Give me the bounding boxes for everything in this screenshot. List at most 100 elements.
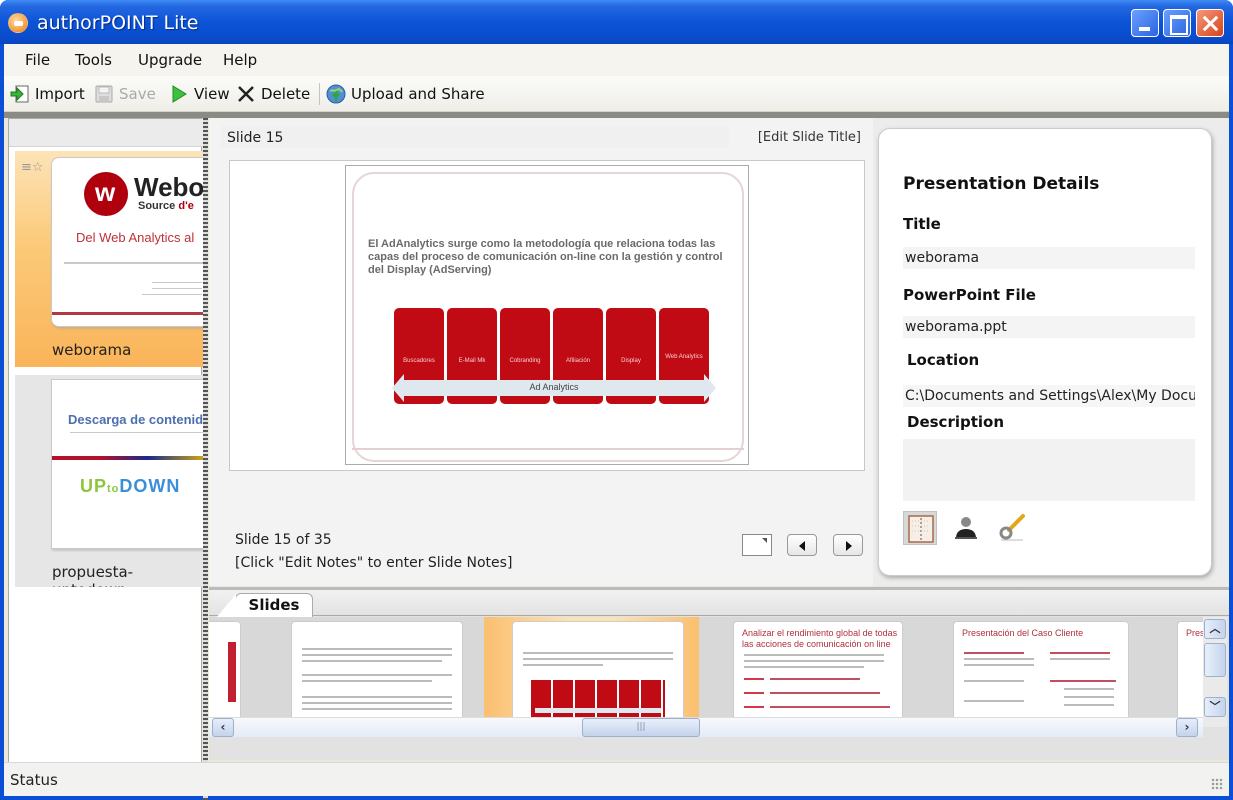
edit-slide-title-link[interactable]: [Edit Slide Title] [758, 130, 861, 145]
toolbar: Import Save View Delete Upload and Share [4, 76, 1229, 112]
panel-splitter[interactable] [203, 118, 208, 800]
presentation-item-weborama[interactable]: ≡☆ Webo Source d'e Del Web Analytics al … [15, 151, 203, 367]
slides-vscrollbar[interactable]: ︿ ﹀ [1203, 617, 1227, 727]
slide-thumbnail[interactable] [209, 617, 249, 717]
thumb-text-line [964, 658, 1034, 660]
thumb-color-bar [52, 456, 203, 460]
title-label: Title [903, 215, 941, 233]
next-slide-button[interactable] [833, 534, 863, 556]
slide-thumbnail[interactable]: Presentación del Caso Cliente [927, 617, 1147, 717]
presentation-thumbnail: Webo Source d'e Del Web Analytics al [51, 157, 203, 327]
slide-preview[interactable]: El AdAnalytics surge como la metodología… [345, 165, 749, 465]
status-bar: Status [4, 762, 1229, 796]
thumb-text-line [64, 262, 203, 264]
title-field[interactable]: weborama [903, 247, 1195, 269]
scroll-up-button[interactable]: ︿ [1204, 619, 1226, 639]
slide-thumbnail-card: Analizar el rendimiento global de todas … [733, 621, 903, 717]
thumb-deco-line [52, 312, 203, 315]
brand-to: to [107, 483, 120, 495]
thumb-heading: Analizar el rendimiento global de todas … [742, 628, 898, 649]
save-disk-icon [94, 84, 114, 104]
thumb-text-line [964, 700, 1024, 702]
delete-button[interactable]: Delete [236, 84, 310, 104]
powerpoint-file-field[interactable]: weborama.ppt [903, 316, 1195, 338]
save-button[interactable]: Save [94, 84, 156, 104]
maximize-button[interactable] [1163, 9, 1191, 37]
scroll-right-button[interactable]: › [1176, 718, 1198, 737]
tab-slides[interactable]: Slides [216, 593, 313, 618]
presentation-thumbnail: Descarga de contenido UPtoDOWN [51, 379, 203, 549]
slide-title: Slide 15 [227, 130, 284, 146]
location-field[interactable]: C:\Documents and Settings\Alex\My Docur [903, 385, 1195, 407]
arrow-label: Ad Analytics [529, 382, 579, 392]
thumb-text-line [744, 654, 884, 656]
presentation-details-card: Presentation Details Title weborama Powe… [878, 128, 1212, 576]
thumb-text-line [302, 674, 452, 676]
thumb-text-line [152, 288, 202, 289]
slide-number-dropdown[interactable] [742, 534, 772, 556]
vscroll-thumb[interactable] [1204, 643, 1226, 677]
slide-thumbnail[interactable]: Analizar el rendimiento global de todas … [705, 617, 923, 717]
menu-tools[interactable]: Tools [75, 51, 112, 69]
location-label: Location [907, 351, 980, 369]
thumb-text-line [302, 660, 442, 662]
thumb-text-line [744, 660, 884, 662]
slide-position-text: Slide 15 of 35 [235, 532, 332, 548]
slide-deco-line [352, 448, 744, 450]
brand-up: UP [80, 476, 108, 496]
slide-thumbnail-card [209, 621, 241, 717]
outline-icon[interactable] [903, 511, 937, 545]
slide-thumbnail-card: Presentación del Caso Cliente [953, 621, 1129, 717]
slide-preview-area: El AdAnalytics surge como la metodología… [229, 160, 865, 471]
scroll-left-button[interactable]: ‹ [212, 718, 234, 737]
weborama-logo-icon [84, 172, 128, 216]
favorite-star-icon[interactable]: ≡☆ [21, 160, 44, 175]
diagram-column-label: Buscadores [403, 358, 435, 364]
thumb-text-line [770, 678, 860, 680]
settings-wrench-icon[interactable] [995, 511, 1029, 545]
previous-slide-button[interactable] [787, 534, 817, 556]
description-label: Description [907, 413, 1005, 431]
play-icon [169, 84, 189, 104]
slide-thumbnail-selected[interactable] [484, 617, 699, 717]
menu-help[interactable]: Help [223, 51, 257, 69]
scroll-thumb[interactable]: ||| [582, 718, 700, 737]
presentation-name: weborama [52, 341, 132, 359]
presentations-panel-header [9, 119, 203, 147]
slide-thumbnail[interactable]: Pres [1153, 617, 1203, 717]
thumb-text-line [770, 692, 880, 694]
app-logo-icon [8, 13, 28, 33]
presentation-item-propuesta-uptodown[interactable]: Descarga de contenido UPtoDOWN propuesta… [15, 375, 203, 587]
delete-label: Delete [261, 85, 311, 103]
slides-thumbnail-strip: Analizar el rendimiento global de todas … [209, 617, 1203, 717]
diagram-column-label: Web Analytics [665, 354, 703, 360]
menu-upgrade[interactable]: Upgrade [138, 51, 202, 69]
menu-file[interactable]: File [25, 51, 50, 69]
title-bar[interactable]: authorPOINT Lite [0, 0, 1233, 44]
minimize-button[interactable] [1131, 9, 1159, 37]
description-field[interactable] [903, 439, 1195, 501]
view-button[interactable]: View [169, 84, 230, 104]
thumb-text-line [302, 648, 452, 650]
close-button[interactable] [1196, 9, 1224, 37]
upload-share-label: Upload and Share [351, 85, 485, 103]
thumb-text-line [302, 702, 452, 704]
slide-thumbnail-card [512, 621, 684, 717]
slide-body-text: El AdAnalytics surge como la metodología… [368, 238, 723, 276]
upload-share-button[interactable]: Upload and Share [326, 84, 485, 104]
thumb-arrow-icon [744, 706, 764, 708]
thumb-text-line [1050, 658, 1110, 660]
presenter-icon[interactable] [949, 511, 983, 545]
thumb-text-line [770, 706, 890, 708]
thumb-text-line [523, 664, 603, 666]
scroll-down-button[interactable]: ﹀ [1204, 697, 1226, 717]
thumb-text-line [523, 658, 673, 660]
thumb-heading: Presentación del Caso Cliente [962, 628, 1084, 638]
import-icon [10, 84, 30, 104]
thumb-text-line [70, 432, 203, 433]
slides-hscrollbar[interactable]: ‹ ||| › [209, 717, 1203, 737]
thumb-text-line [302, 708, 452, 710]
resize-grip-icon[interactable] [1211, 778, 1223, 790]
import-button[interactable]: Import [10, 84, 85, 104]
slide-thumbnail[interactable] [267, 617, 477, 717]
